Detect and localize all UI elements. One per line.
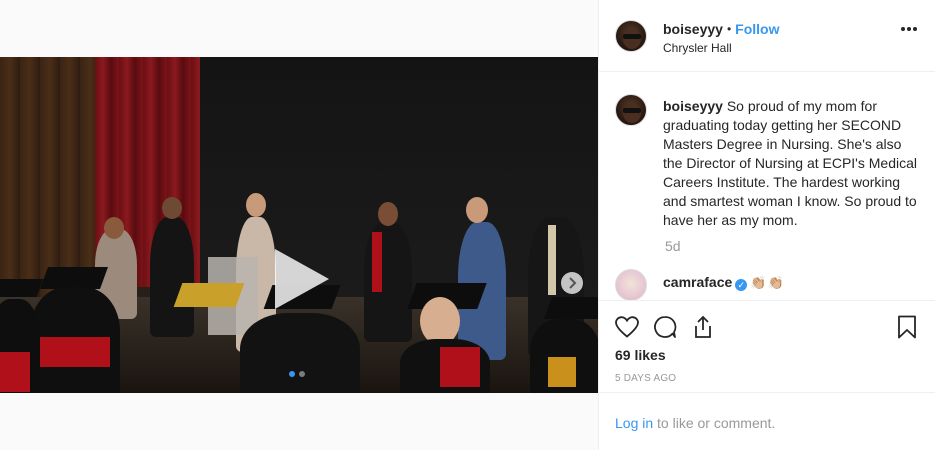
post-media-area (0, 0, 598, 450)
login-prompt-text: Log in to like or comment. (615, 415, 775, 431)
chevron-right-icon[interactable] (561, 272, 583, 294)
graduation-cap (39, 267, 109, 289)
follow-button[interactable]: Follow (735, 21, 779, 37)
avatar[interactable] (615, 20, 647, 52)
comment-username[interactable]: camraface (663, 274, 732, 290)
post-video[interactable] (0, 57, 598, 393)
caption-body: So proud of my mom for graduating today … (663, 98, 917, 228)
carousel-dot[interactable] (299, 371, 305, 377)
graduate-hood (0, 352, 30, 392)
caption-text: boiseyyy So proud of my mom for graduati… (663, 97, 923, 230)
verified-badge-icon: ✓ (735, 279, 748, 291)
post-timestamp[interactable]: 5 DAYS AGO (615, 373, 676, 384)
comment-text: 👏🏼👏🏼 (750, 275, 785, 290)
graduate-hood (548, 225, 556, 295)
share-icon[interactable] (689, 313, 717, 341)
comment-icon[interactable] (651, 313, 679, 341)
avatar[interactable] (615, 269, 647, 300)
carousel-dots (289, 371, 305, 377)
more-options-icon[interactable] (901, 27, 917, 31)
decorated-cap (173, 283, 245, 307)
header-names: boiseyyy • Follow Chrysler Hall (663, 21, 779, 55)
figure-head-foreground (420, 297, 460, 345)
graduate-hood (440, 347, 480, 387)
post-details-panel: boiseyyy • Follow Chrysler Hall boiseyyy… (598, 0, 935, 450)
graduate-hood (548, 357, 576, 387)
play-icon[interactable] (271, 245, 333, 313)
header-separator: • (726, 22, 732, 36)
avatar[interactable] (615, 94, 647, 126)
figure-head (246, 193, 266, 217)
comments-section: boiseyyy So proud of my mom for graduati… (599, 72, 935, 300)
graduation-cap (543, 297, 598, 319)
heart-icon[interactable] (613, 313, 641, 341)
post-header: boiseyyy • Follow Chrysler Hall (599, 0, 935, 72)
location-link[interactable]: Chrysler Hall (663, 41, 779, 55)
caption-timestamp[interactable]: 5d (665, 238, 681, 254)
caption-username[interactable]: boiseyyy (663, 98, 723, 114)
likes-count[interactable]: 69 likes (615, 347, 666, 363)
login-prompt: Log in to like or comment. (599, 392, 935, 450)
carousel-dot[interactable] (289, 371, 295, 377)
figure-graduate-left (150, 217, 194, 337)
figure-head (466, 197, 488, 223)
login-link[interactable]: Log in (615, 415, 653, 431)
post-actions: 69 likes 5 DAYS AGO (599, 300, 935, 392)
audience-graduate (240, 313, 360, 393)
login-suffix: to like or comment. (653, 415, 776, 431)
bookmark-icon[interactable] (893, 313, 921, 341)
figure-head (162, 197, 182, 219)
figure-head (104, 217, 124, 239)
graduate-hood (40, 337, 110, 367)
graduate-hood (372, 232, 382, 292)
header-username[interactable]: boiseyyy (663, 21, 723, 37)
figure-head (378, 202, 398, 226)
graduation-cap (0, 279, 44, 297)
